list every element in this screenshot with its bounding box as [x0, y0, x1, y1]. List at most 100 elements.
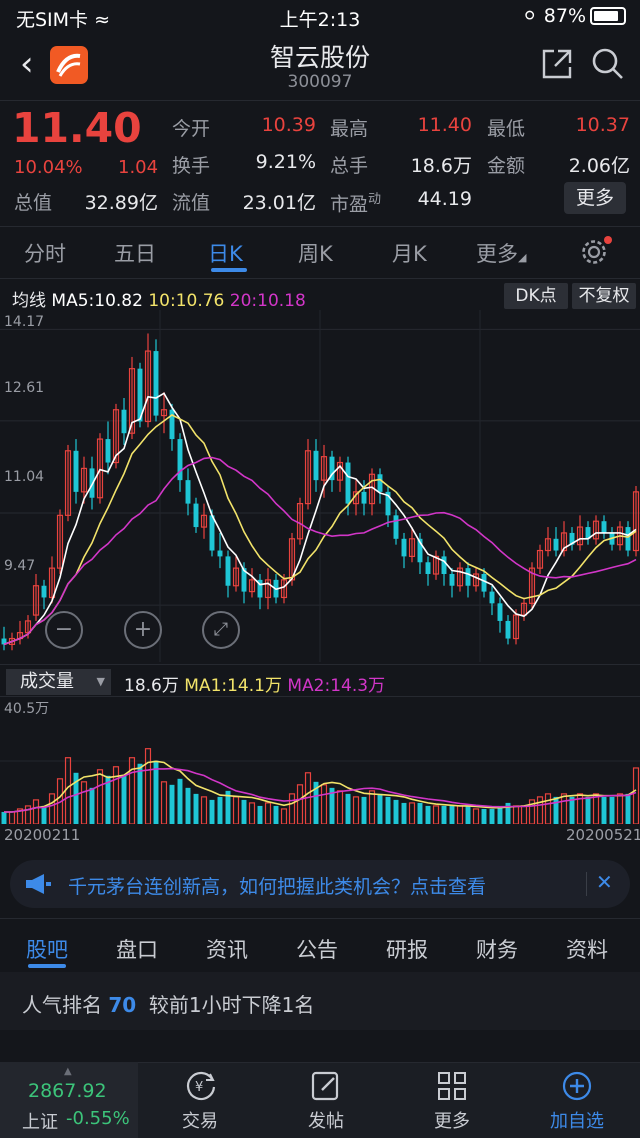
ma20-value: 20:10.18	[229, 291, 306, 311]
volume-bar	[489, 808, 495, 824]
volume-ma2-line	[4, 767, 637, 813]
indicator-selector[interactable]: 成交量 ▼	[6, 669, 111, 695]
active-tab-indicator	[211, 268, 247, 272]
start-date: 20200211	[4, 826, 81, 844]
amount-label: 金额	[487, 155, 526, 177]
nav-add-label[interactable]: 加自选	[537, 1107, 617, 1133]
price-axis-label: 14.17	[4, 314, 45, 330]
candle-body	[553, 538, 559, 551]
ma10-value: 10:10.76	[148, 291, 225, 311]
high-value: 11.40	[417, 114, 472, 136]
expand-up-icon: ▲	[64, 1066, 72, 1077]
close-icon[interactable]: ✕	[596, 870, 613, 894]
fullscreen-icon[interactable]: ⤢	[202, 611, 240, 649]
index-name: 上证	[22, 1112, 58, 1133]
candle-body	[217, 550, 223, 557]
dk-point-button[interactable]: DK点	[504, 283, 568, 309]
tab-more[interactable]: 更多◢	[476, 238, 526, 268]
candle-body	[601, 521, 607, 533]
nav-trade-label[interactable]: 交易	[160, 1107, 240, 1133]
divider	[0, 100, 640, 101]
tab-announcements[interactable]: 公告	[296, 934, 338, 964]
volume-bar	[48, 793, 56, 824]
tab-news[interactable]: 资讯	[206, 934, 248, 964]
candle-body	[105, 439, 111, 463]
turnover-label: 换手	[172, 155, 211, 177]
tab-order-book[interactable]: 盘口	[116, 934, 158, 964]
volume-bar	[128, 757, 136, 824]
volume-bar	[288, 793, 296, 824]
candle-body	[209, 515, 215, 551]
tab-forum[interactable]: 股吧	[26, 934, 68, 964]
volume-bar	[193, 793, 199, 824]
volume-bar	[401, 802, 407, 824]
candle-body	[361, 491, 367, 504]
caret-icon: ◢	[518, 251, 527, 264]
pe-sup: 动	[368, 192, 382, 207]
search-icon[interactable]	[590, 46, 626, 86]
more-quote-button[interactable]: 更多	[564, 182, 626, 214]
nav-more-label[interactable]: 更多	[412, 1107, 492, 1133]
notification-dot	[604, 236, 612, 244]
volume-bar	[137, 763, 143, 824]
volume-bar	[64, 757, 72, 824]
volume-bar	[481, 808, 487, 824]
share-icon[interactable]	[540, 47, 574, 85]
tab-monthly-k[interactable]: 月K	[392, 238, 427, 268]
volume-ma1: MA1:14.1万	[184, 676, 282, 696]
post-icon[interactable]	[310, 1070, 342, 1106]
candle-body	[465, 568, 471, 586]
adjust-toggle-button[interactable]: 不复权	[572, 283, 636, 309]
battery-icon	[590, 7, 626, 25]
volume-bar	[296, 784, 304, 824]
candle-body	[481, 574, 487, 592]
tab-daily-k[interactable]: 日K	[208, 238, 243, 268]
volume-bar	[520, 805, 528, 824]
volume-bar	[32, 799, 40, 824]
price-axis-label: 9.47	[4, 558, 36, 574]
volume-bar	[257, 805, 263, 824]
add-watchlist-icon[interactable]	[561, 1070, 593, 1106]
index-change: -0.55%	[66, 1108, 130, 1129]
volume-bar	[121, 775, 127, 824]
tab-research[interactable]: 研报	[386, 934, 428, 964]
volume-bar	[273, 805, 279, 824]
low-label: 最低	[487, 118, 526, 140]
tab-profile[interactable]: 资料	[566, 934, 608, 964]
volume-current: 18.6万	[124, 676, 179, 696]
change-amount: 1.04	[118, 157, 159, 178]
price-axis-label: 12.61	[4, 380, 45, 396]
volume-bar	[385, 796, 391, 824]
volume-bar	[248, 802, 256, 824]
zoom-out-icon[interactable]: −	[45, 611, 83, 649]
megaphone-icon	[24, 873, 52, 899]
candlestick-chart[interactable]	[0, 310, 640, 662]
volume-bar	[425, 805, 431, 824]
volume-bar	[465, 805, 471, 824]
volume-bar	[345, 793, 351, 824]
volume-bar	[456, 805, 464, 824]
candle-body	[41, 585, 47, 598]
divider	[0, 226, 640, 227]
volume-bar	[41, 805, 47, 824]
volume-ma2: MA2:14.3万	[287, 676, 386, 696]
candle-body	[377, 474, 383, 492]
volume-chart[interactable]	[0, 698, 640, 824]
divider	[0, 918, 640, 919]
trade-icon[interactable]: ¥	[184, 1070, 218, 1106]
volume-bar	[377, 793, 383, 824]
turnover-value: 9.21%	[255, 151, 316, 173]
dropdown-arrow-icon: ▼	[96, 675, 105, 688]
nav-post-label[interactable]: 发帖	[286, 1107, 366, 1133]
tab-intraday[interactable]: 分时	[24, 238, 66, 268]
volume-bar	[352, 796, 360, 824]
tab-financials[interactable]: 财务	[476, 934, 518, 964]
banner-text[interactable]: 千元茅台连创新高，如何把握此类机会？点击查看	[68, 872, 486, 899]
zoom-in-icon[interactable]: +	[124, 611, 162, 649]
settings-gear-icon[interactable]	[580, 236, 612, 270]
tab-five-day[interactable]: 五日	[114, 238, 156, 268]
ma5-value: MA5:10.82	[51, 291, 143, 311]
more-grid-icon[interactable]	[436, 1070, 468, 1106]
pe-value: 44.19	[417, 188, 472, 210]
tab-weekly-k[interactable]: 周K	[298, 238, 333, 268]
